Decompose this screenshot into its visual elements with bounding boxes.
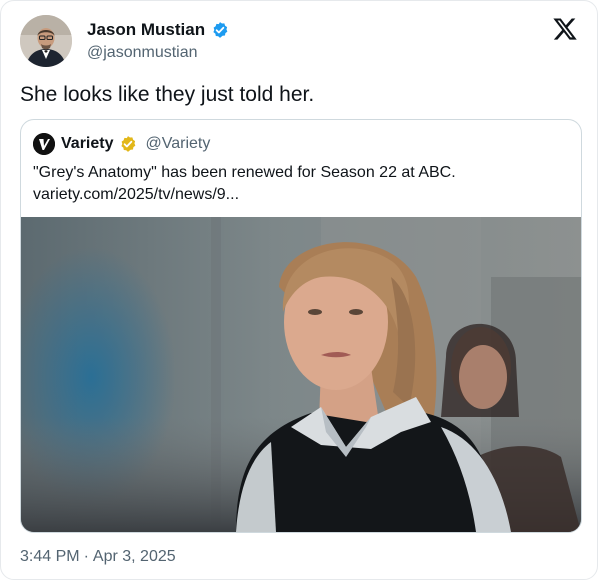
post-date: Apr 3, 2025 [92,548,176,565]
author-avatar[interactable] [20,15,72,67]
timestamp-separator: · [83,548,89,565]
tweet-text: She looks like they just told her. [20,83,315,106]
verified-badge-icon [211,21,229,39]
quoted-post-text: "Grey's Anatomy" has been renewed for Se… [33,162,563,206]
post-timestamp[interactable]: 3:44 PM · Apr 3, 2025 [20,547,176,567]
quoted-post[interactable]: Variety @Variety "Grey's Anatomy" has be… [20,119,582,533]
x-logo-icon[interactable] [552,16,578,42]
quoted-post-image[interactable] [21,217,581,532]
verified-gold-badge-icon [119,135,137,153]
author-name-row: Jason Mustian [87,19,229,41]
quoted-post-link[interactable]: variety.com/2025/tv/news/9... [33,184,563,206]
quoted-author-avatar [33,133,55,155]
post-time: 3:44 PM [20,548,80,565]
author-display-name[interactable]: Jason Mustian [87,19,205,41]
quoted-post-text-line: "Grey's Anatomy" has been renewed for Se… [33,164,456,181]
quoted-author-handle: @Variety [145,135,211,152]
quoted-author-name: Variety [61,135,114,152]
quoted-post-header: Variety @Variety [33,133,210,155]
author-handle[interactable]: @jasonmustian [87,43,198,63]
tweet-card: Jason Mustian @jasonmustian She looks li… [0,0,598,580]
